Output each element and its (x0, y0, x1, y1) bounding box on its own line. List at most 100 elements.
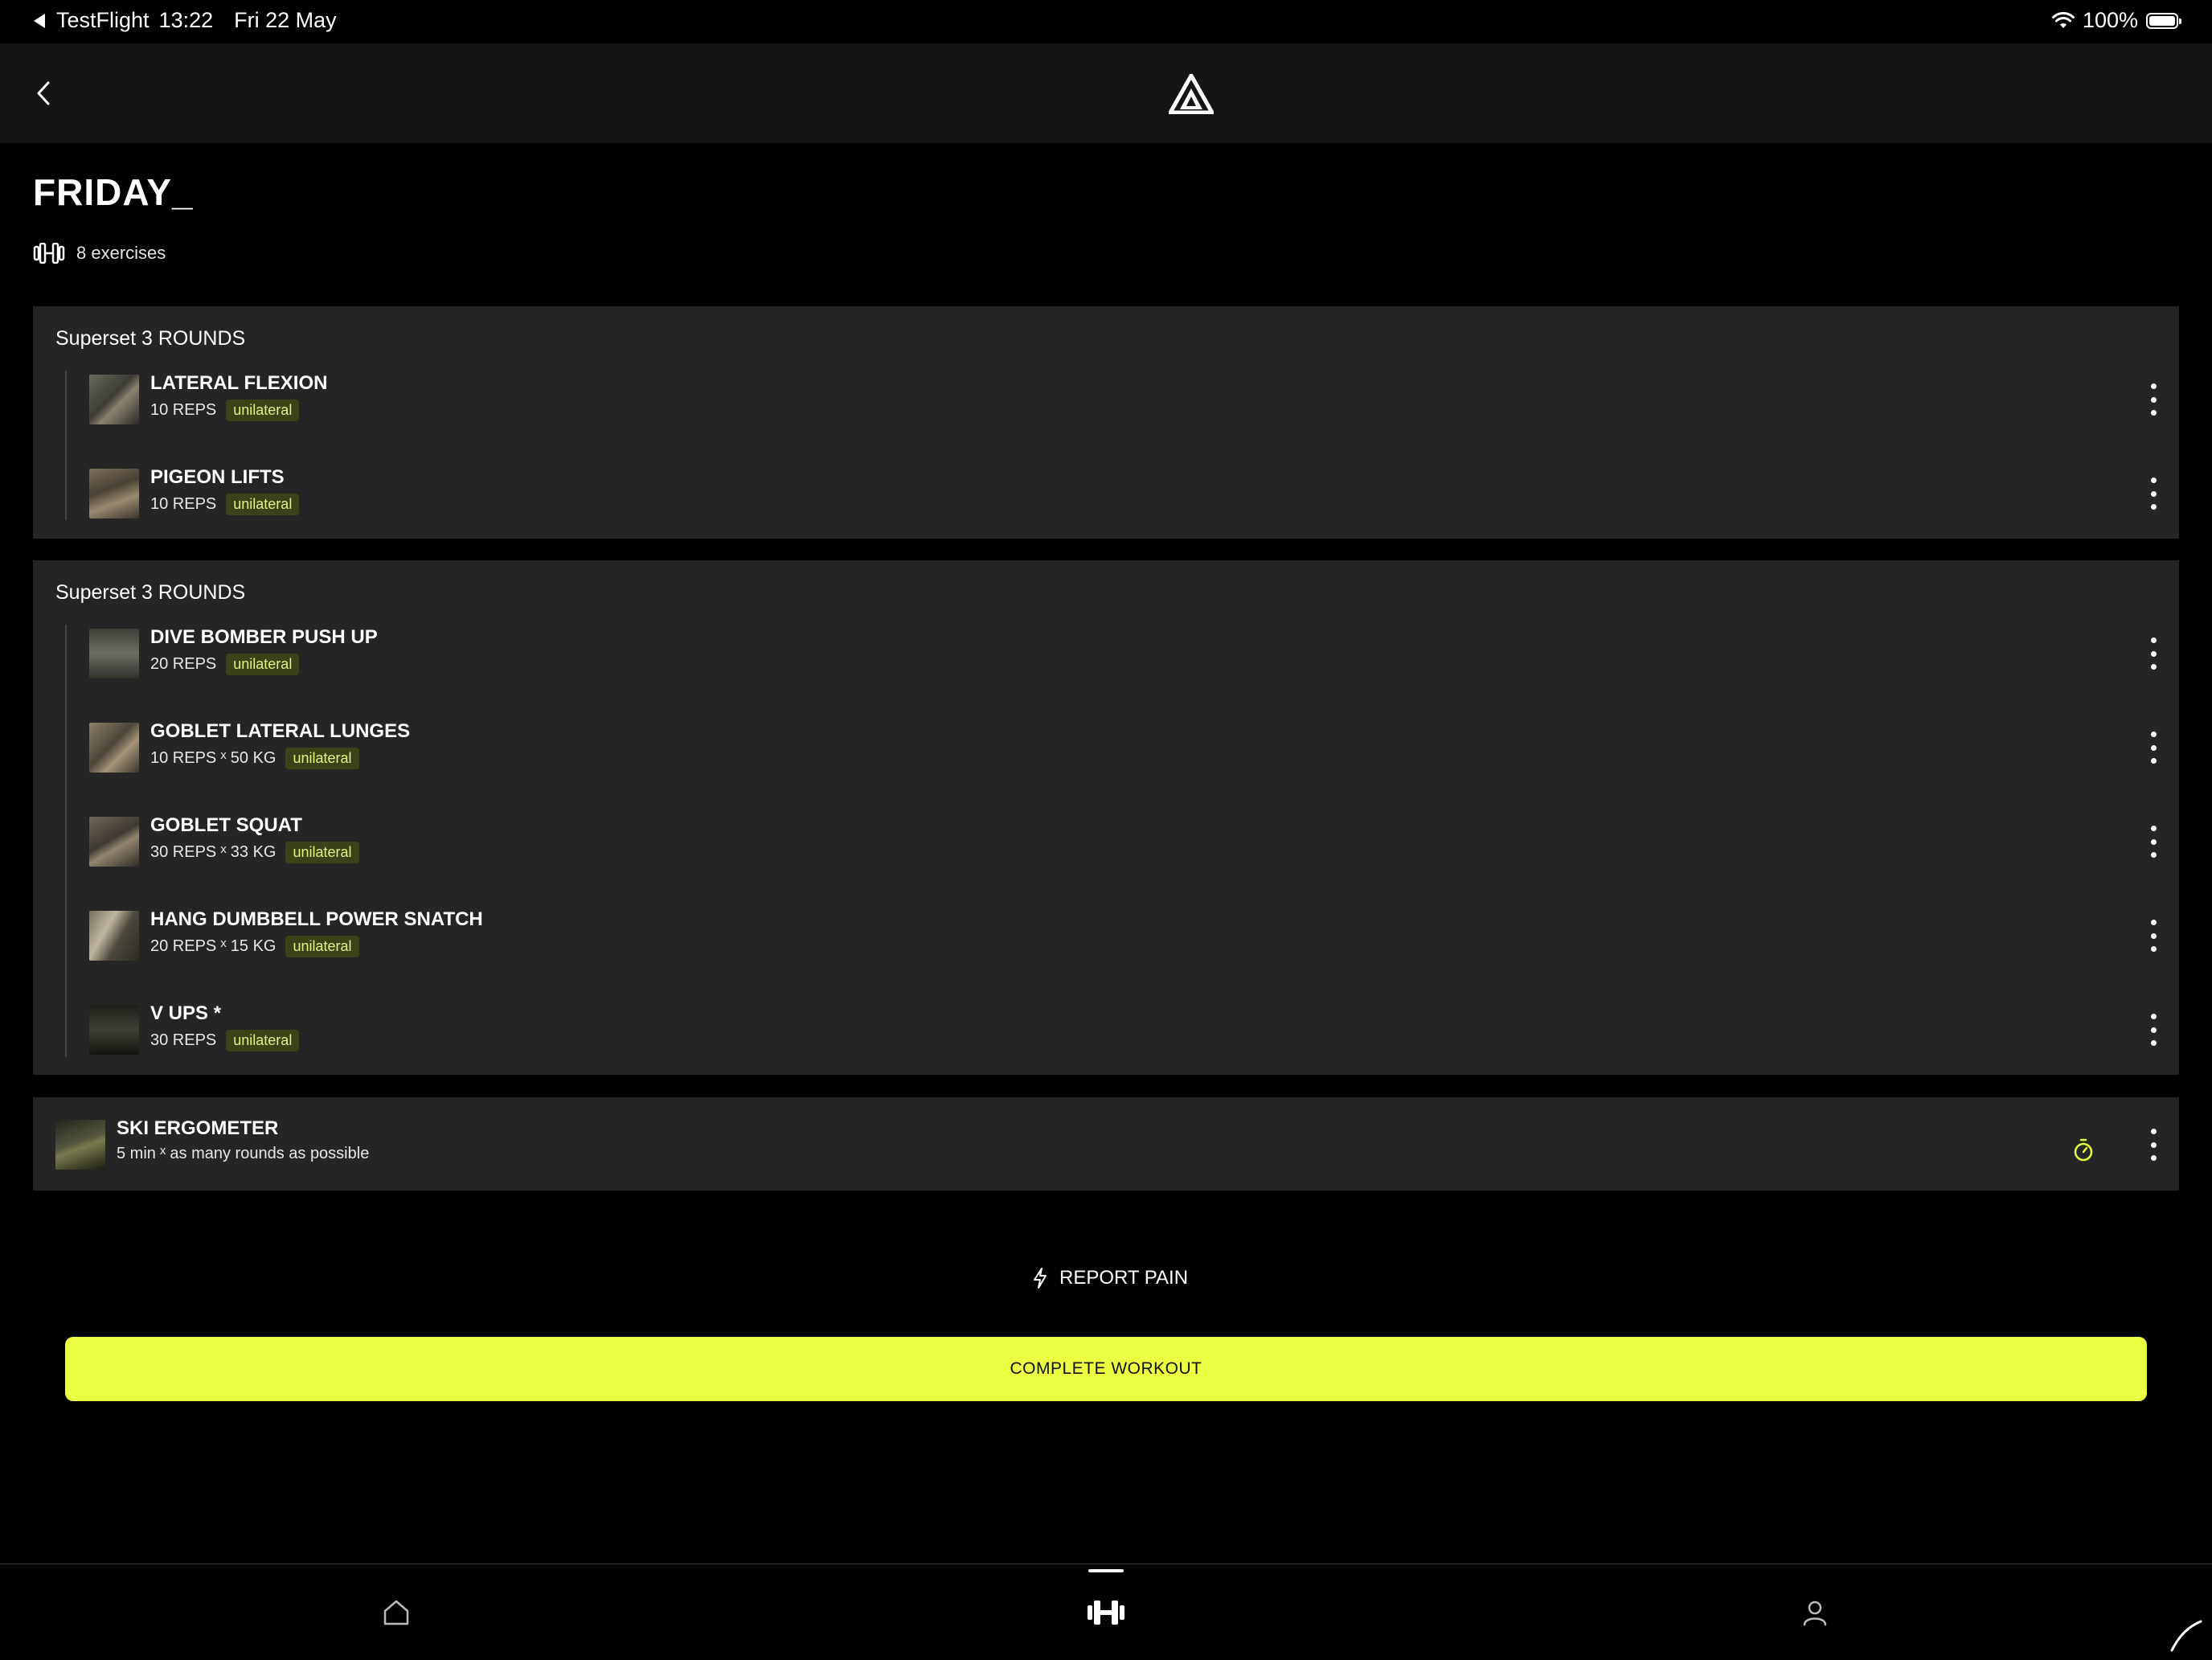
exercise-reps: 30 REPS (150, 1031, 217, 1049)
exercise-thumbnail (89, 1005, 139, 1055)
more-options-icon[interactable] (2144, 478, 2163, 510)
more-options-icon[interactable] (2144, 383, 2163, 416)
exercise-name: GOBLET LATERAL LUNGES (150, 720, 411, 742)
more-options-icon[interactable] (2144, 732, 2163, 764)
exercise-meta: 10 REPS unilateral (150, 494, 300, 515)
status-date: Fri 22 May (234, 8, 337, 32)
battery-icon (2146, 12, 2181, 29)
exercise-thumbnail (89, 629, 139, 678)
exercise-name: V UPS * (150, 1002, 222, 1024)
brand-logo-icon (1169, 74, 1214, 114)
exercise-tag: unilateral (285, 842, 359, 863)
status-bar: TestFlight 13:22 Fri 22 May 100% (0, 0, 2212, 43)
exercise-name: GOBLET SQUAT (150, 814, 302, 836)
exercise-row[interactable]: GOBLET LATERAL LUNGES 10 REPS x 50 KG un… (89, 720, 2163, 773)
exercise-detail: as many rounds as possible (170, 1145, 370, 1162)
exercise-reps: 20 REPS (150, 655, 217, 673)
more-options-icon[interactable] (2144, 637, 2163, 670)
battery-percent: 100% (2082, 8, 2138, 32)
exercise-thumbnail (89, 469, 139, 518)
tab-bar (0, 1564, 2212, 1660)
superset-divider (65, 371, 67, 520)
exercise-meta: 5 min x as many rounds as possible (117, 1144, 370, 1163)
exercise-count-row: 8 exercises (33, 243, 166, 264)
home-indicator-corner-icon (2170, 1620, 2202, 1652)
exercise-reps: 20 REPS (150, 937, 217, 955)
exercise-name: DIVE BOMBER PUSH UP (150, 626, 378, 648)
more-options-icon[interactable] (2144, 1129, 2163, 1161)
exercise-reps: 10 REPS (150, 495, 217, 513)
exercise-tag: unilateral (226, 400, 300, 421)
exercise-tag: unilateral (285, 936, 359, 957)
stopwatch-icon[interactable] (2073, 1138, 2094, 1162)
exercise-name: HANG DUMBBELL POWER SNATCH (150, 908, 483, 930)
multiplier-sign: x (220, 842, 227, 856)
exercise-duration: 5 min (117, 1145, 156, 1162)
exercise-weight: 50 KG (230, 749, 276, 767)
header-bar (0, 43, 2212, 143)
exercise-meta: 30 REPS unilateral (150, 1030, 300, 1051)
exercise-row[interactable]: GOBLET SQUAT 30 REPS x 33 KG unilateral (89, 814, 2163, 867)
exercise-thumbnail (89, 817, 139, 867)
page-title: FRIDAY_ (33, 171, 194, 213)
exercise-row[interactable]: LATERAL FLEXION 10 REPS unilateral (89, 372, 2163, 425)
exercise-row[interactable]: V UPS * 30 REPS unilateral (89, 1002, 2163, 1055)
home-icon (383, 1600, 409, 1625)
report-pain-label: REPORT PAIN (1059, 1267, 1189, 1289)
back-to-app-icon[interactable] (34, 13, 45, 28)
multiplier-sign: x (220, 748, 227, 762)
exercise-tag: unilateral (226, 654, 300, 675)
more-options-icon[interactable] (2144, 1014, 2163, 1046)
profile-icon (1803, 1601, 1827, 1625)
lightning-icon (1034, 1268, 1047, 1289)
back-app-label[interactable]: TestFlight (56, 8, 150, 33)
status-time: 13:22 (158, 8, 214, 32)
exercise-meta: 10 REPS x 50 KG unilateral (150, 748, 359, 769)
exercise-reps: 30 REPS (150, 843, 217, 861)
dumbbell-icon (33, 243, 65, 264)
dumbbell-icon (1088, 1600, 1124, 1625)
exercise-meta: 20 REPS unilateral (150, 654, 300, 675)
tab-workouts[interactable] (1074, 1564, 1138, 1660)
exercise-name: PIGEON LIFTS (150, 466, 285, 488)
exercise-meta: 30 REPS x 33 KG unilateral (150, 842, 359, 863)
superset-title: Superset 3 ROUNDS (55, 327, 246, 350)
exercise-reps: 10 REPS (150, 749, 217, 767)
superset-card: Superset 3 ROUNDS LATERAL FLEXION 10 REP… (33, 306, 2179, 539)
report-pain-button[interactable]: REPORT PAIN (1032, 1267, 1188, 1289)
tab-profile[interactable] (1783, 1564, 1847, 1660)
multiplier-sign: x (220, 937, 227, 950)
exercise-reps: 10 REPS (150, 401, 217, 419)
exercise-weight: 33 KG (230, 843, 276, 861)
exercise-row[interactable]: SKI ERGOMETER 5 min x as many rounds as … (55, 1117, 2163, 1170)
status-bar-right: 100% (2051, 8, 2181, 33)
superset-card: Superset 3 ROUNDS DIVE BOMBER PUSH UP 20… (33, 560, 2179, 1075)
tab-home[interactable] (364, 1564, 428, 1660)
exercise-count: 8 exercises (76, 243, 166, 263)
exercise-thumbnail (89, 375, 139, 424)
exercise-row[interactable]: HANG DUMBBELL POWER SNATCH 20 REPS x 15 … (89, 908, 2163, 961)
exercise-name: LATERAL FLEXION (150, 372, 328, 394)
superset-divider (65, 625, 67, 1057)
more-options-icon[interactable] (2144, 920, 2163, 952)
exercise-meta: 20 REPS x 15 KG unilateral (150, 936, 359, 957)
exercise-tag: unilateral (285, 748, 359, 769)
exercise-thumbnail (89, 723, 139, 773)
wifi-icon (2051, 11, 2075, 28)
exercise-tag: unilateral (226, 494, 300, 515)
superset-title: Superset 3 ROUNDS (55, 581, 246, 604)
status-bar-left: TestFlight 13:22 Fri 22 May (34, 8, 337, 33)
complete-workout-button[interactable]: COMPLETE WORKOUT (65, 1337, 2147, 1401)
multiplier-sign: x (159, 1144, 166, 1158)
exercise-name: SKI ERGOMETER (117, 1117, 279, 1139)
exercise-thumbnail (89, 911, 139, 961)
chevron-left-icon (37, 81, 50, 105)
single-exercise-card[interactable]: SKI ERGOMETER 5 min x as many rounds as … (33, 1097, 2179, 1191)
exercise-tag: unilateral (226, 1030, 300, 1051)
back-button[interactable] (29, 79, 58, 108)
exercise-meta: 10 REPS unilateral (150, 400, 300, 421)
exercise-row[interactable]: DIVE BOMBER PUSH UP 20 REPS unilateral (89, 626, 2163, 679)
exercise-row[interactable]: PIGEON LIFTS 10 REPS unilateral (89, 466, 2163, 519)
exercise-thumbnail (55, 1120, 105, 1170)
more-options-icon[interactable] (2144, 826, 2163, 858)
